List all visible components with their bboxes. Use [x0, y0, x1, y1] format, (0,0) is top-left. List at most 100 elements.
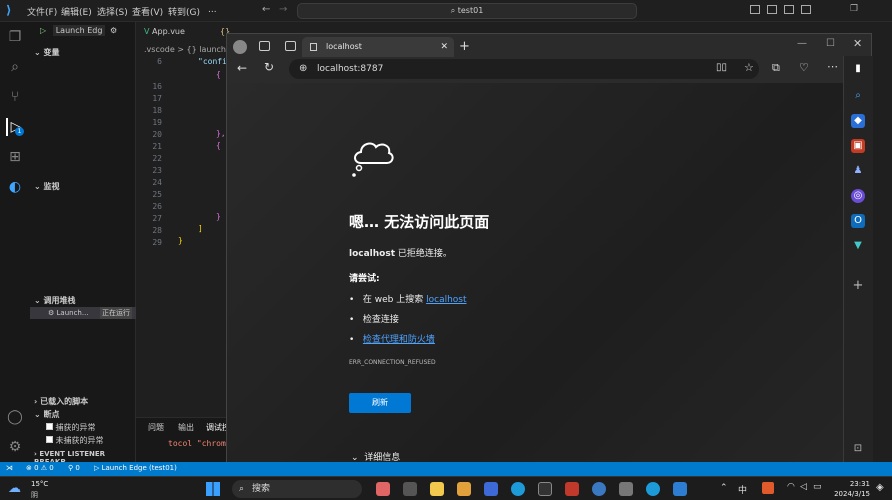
outlook-icon[interactable]: O [851, 214, 865, 228]
explorer-icon[interactable]: ❐ [6, 28, 24, 46]
refresh-icon[interactable]: ↻ [264, 60, 274, 74]
proxy-firewall-link[interactable]: 检查代理和防火墙 [363, 335, 435, 345]
copilot-icon[interactable]: ◎ [851, 189, 865, 203]
code-line: ] [198, 224, 203, 233]
breadcrumb[interactable]: .vscode > {} launch.js [144, 45, 226, 54]
layout-sidebar-icon[interactable] [750, 5, 760, 14]
terminal-icon[interactable] [538, 482, 552, 496]
layout-panel-icon[interactable] [767, 5, 777, 14]
breakpoint-caught[interactable]: 捕获的异常 [46, 422, 96, 433]
workspaces-icon[interactable] [259, 41, 270, 51]
panel-tab-problems[interactable]: 问题 [148, 422, 164, 433]
source-control-icon[interactable]: ⑂ [6, 88, 24, 106]
menu-edit[interactable]: 编辑(E) [61, 5, 92, 18]
search-icon[interactable]: ⌕ [6, 58, 24, 76]
panel-tab-output[interactable]: 输出 [178, 422, 194, 433]
search-icon[interactable]: ⌕ [851, 89, 865, 103]
refresh-button[interactable]: 刷新 [349, 393, 411, 413]
tab-app-vue[interactable]: V App.vue [136, 22, 206, 42]
layout-secondary-icon[interactable] [784, 5, 794, 14]
tab-actions-icon[interactable] [285, 41, 296, 51]
close-window-icon[interactable]: ✕ [853, 37, 862, 50]
drop-icon[interactable]: ▼ [851, 239, 865, 253]
checkbox-icon[interactable] [46, 423, 53, 430]
maximize-icon[interactable]: ☐ [826, 38, 835, 49]
line-number: 27 [152, 214, 162, 223]
close-tab-icon[interactable]: ✕ [440, 37, 448, 57]
breakpoint-uncaught[interactable]: 未捕获的异常 [46, 435, 104, 446]
split-screen-icon[interactable]: ▯▯ [716, 62, 727, 73]
tab-localhost[interactable]: localhost ✕ [302, 37, 454, 57]
more-menu-icon[interactable]: ⋯ [827, 60, 838, 73]
wifi-icon[interactable]: ◠ [787, 482, 795, 492]
suggestion-search: • 在 web 上搜索 localhost [349, 295, 467, 305]
menu-view[interactable]: 查看(V) [132, 5, 163, 18]
back-icon[interactable]: ← [237, 61, 247, 75]
debug-console-text: tocol "chrom [168, 439, 226, 448]
edge-taskbar-icon[interactable] [511, 482, 525, 496]
section-callstack[interactable]: ⌄ 调用堆栈 [34, 295, 76, 306]
edge-devtools-icon[interactable]: ◐ [6, 178, 24, 196]
back-arrow-icon[interactable]: ← [262, 4, 270, 15]
app-icon-2[interactable] [403, 482, 417, 496]
speaker-icon[interactable]: ◁ [800, 482, 807, 492]
profile-avatar[interactable] [233, 40, 247, 54]
minimize-icon[interactable]: — [797, 38, 807, 49]
app-icon-10[interactable] [619, 482, 633, 496]
start-debug-icon[interactable]: ▷ [40, 26, 46, 35]
sidebar-toggle-icon[interactable]: ▮ [851, 62, 865, 76]
restore-icon[interactable]: ❐ [850, 4, 858, 14]
menu-file[interactable]: 文件(F) [27, 5, 57, 18]
search-localhost-link[interactable]: localhost [426, 295, 466, 305]
section-loaded-scripts[interactable]: › 已载入的脚本 [34, 396, 88, 407]
launch-status[interactable]: ▷ Launch Edge (test01) [94, 464, 177, 472]
callstack-item[interactable]: ⚙ Launch... 正在运行 [30, 307, 136, 319]
problems-status[interactable]: ⊗ 0 ⚠ 0 [26, 464, 54, 472]
app-icon-8[interactable] [565, 482, 579, 496]
games-icon[interactable]: ♟ [851, 164, 865, 178]
app-icon-5[interactable] [484, 482, 498, 496]
menu-selection[interactable]: 选择(S) [97, 5, 128, 18]
section-breakpoints[interactable]: ⌄ 断点 [34, 409, 60, 420]
forward-arrow-icon[interactable]: → [279, 4, 287, 15]
edge-dev-icon[interactable] [646, 482, 660, 496]
app-icon-9[interactable] [592, 482, 606, 496]
settings-gear-icon[interactable]: ⚙ [6, 438, 24, 456]
performance-icon[interactable]: ♡ [799, 61, 809, 74]
extensions-icon[interactable]: ⊞ [6, 148, 24, 166]
section-watch[interactable]: ⌄ 监视 [34, 181, 60, 192]
remote-icon[interactable]: ⋊ [6, 464, 13, 472]
gear-icon[interactable]: ⚙ [110, 26, 117, 35]
vscode-taskbar-icon[interactable] [673, 482, 687, 496]
notification-icon[interactable]: ◈ [876, 482, 884, 493]
ports-status[interactable]: ⚲ 0 [68, 464, 80, 472]
tray-chevron-icon[interactable]: ⌃ [720, 483, 728, 493]
add-sidebar-icon[interactable]: + [851, 279, 865, 293]
clock-time[interactable]: 23:31 [828, 480, 870, 488]
collections-icon[interactable]: ⧉ [772, 61, 780, 75]
section-variables[interactable]: ⌄ 变量 [34, 47, 60, 58]
file-explorer-icon[interactable] [430, 482, 444, 496]
menu-more[interactable]: ... [208, 5, 217, 15]
checkbox-icon[interactable] [46, 436, 53, 443]
weather-icon[interactable]: ☁ [8, 481, 21, 496]
app-icon-1[interactable] [376, 482, 390, 496]
account-icon[interactable]: ◯ [6, 408, 24, 426]
taskbar-search[interactable]: ⌕ 搜索 [232, 480, 362, 498]
command-center[interactable]: ⌕ test01 [297, 3, 637, 19]
sidebar-settings-icon[interactable]: ⊡ [851, 442, 865, 456]
battery-icon[interactable]: ▭ [813, 482, 822, 492]
shopping-icon[interactable]: ◆ [851, 114, 865, 128]
layout-custom-icon[interactable] [801, 5, 811, 14]
new-tab-icon[interactable]: + [459, 39, 470, 54]
clock-date[interactable]: 2024/3/15 [828, 490, 870, 498]
input-method-icon[interactable] [762, 482, 774, 494]
windows-start-icon[interactable] [206, 482, 220, 496]
run-config-select[interactable]: Launch Edg [52, 25, 106, 36]
toolbox-icon[interactable]: ▣ [851, 139, 865, 153]
ime-indicator[interactable]: 中 [738, 483, 747, 496]
app-icon-4[interactable] [457, 482, 471, 496]
address-bar[interactable]: ⊕ localhost:8787 [289, 59, 759, 79]
favorite-star-icon[interactable]: ☆ [744, 61, 754, 74]
menu-goto[interactable]: 转到(G) [168, 5, 200, 18]
